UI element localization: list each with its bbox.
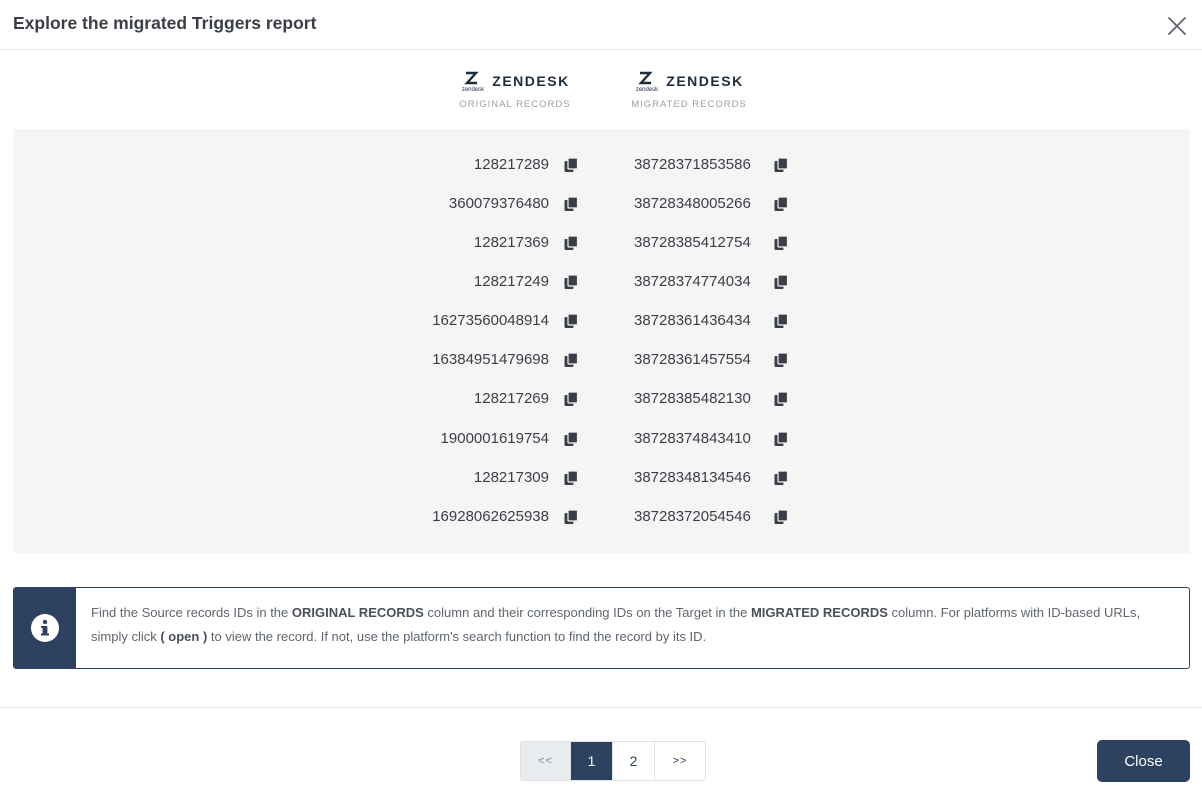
- info-bold-open: ( open ): [160, 629, 208, 644]
- migrated-brand-logo: zendesk ZENDESK: [619, 70, 759, 92]
- original-record-id: 128217309: [473, 469, 549, 486]
- record-row: 128217309 38728348134546: [13, 466, 1190, 490]
- pagination-page-1[interactable]: 1: [571, 742, 613, 780]
- record-row: 16273560048914 38728361436434: [13, 309, 1190, 333]
- record-row: 16928062625938 38728372054546: [13, 505, 1190, 529]
- info-text-part: to view the record. If not, use the plat…: [207, 629, 707, 644]
- migrated-record-id: 38728348005266: [634, 195, 751, 212]
- pagination-prev-button[interactable]: <<: [521, 742, 571, 780]
- record-row: 128217269 38728385482130: [13, 387, 1190, 411]
- copy-icon[interactable]: [773, 352, 789, 368]
- close-button[interactable]: Close: [1097, 740, 1190, 782]
- copy-icon[interactable]: [563, 235, 579, 251]
- record-row: 128217369 38728385412754: [13, 231, 1190, 255]
- record-row: 128217289 38728371853586: [13, 153, 1190, 177]
- migrated-record-id: 38728385412754: [634, 234, 751, 251]
- original-logo-sub: zendesk: [462, 87, 485, 92]
- modal-header: Explore the migrated Triggers report: [0, 0, 1202, 50]
- info-message: Find the Source records IDs in the ORIGI…: [91, 601, 1159, 649]
- original-record-id: 16384951479698: [432, 351, 549, 368]
- footer-divider: [0, 707, 1202, 708]
- migrated-record-id: 38728374843410: [634, 430, 751, 447]
- migrated-record-id: 38728372054546: [634, 508, 751, 525]
- original-record-id: 1900001619754: [440, 430, 549, 447]
- migrated-brand-name: ZENDESK: [666, 73, 744, 89]
- migrated-records-caption: MIGRATED RECORDS: [631, 99, 747, 110]
- original-record-id: 128217289: [473, 156, 549, 173]
- copy-icon[interactable]: [773, 391, 789, 407]
- records-list: 128217289 38728371853586 360079376480 38…: [13, 129, 1190, 553]
- copy-icon[interactable]: [563, 431, 579, 447]
- original-brand-logo: zendesk ZENDESK: [445, 70, 585, 92]
- original-brand-name: ZENDESK: [492, 73, 570, 89]
- record-row: 360079376480 38728348005266: [13, 192, 1190, 216]
- original-record-id: 16928062625938: [432, 508, 549, 525]
- pagination-next-button[interactable]: >>: [655, 742, 705, 780]
- copy-icon[interactable]: [563, 274, 579, 290]
- original-record-id: 128217369: [473, 234, 549, 251]
- record-row: 128217249 38728374774034: [13, 270, 1190, 294]
- original-record-id: 16273560048914: [432, 312, 549, 329]
- copy-icon[interactable]: [563, 157, 579, 173]
- copy-icon[interactable]: [773, 274, 789, 290]
- original-record-id: 360079376480: [448, 195, 549, 212]
- zendesk-logo-icon: zendesk: [462, 71, 485, 92]
- pagination-page-2[interactable]: 2: [613, 742, 655, 780]
- migrated-record-id: 38728385482130: [634, 390, 751, 407]
- migrated-record-id: 38728374774034: [634, 273, 751, 290]
- migrated-record-id: 38728361436434: [634, 312, 751, 329]
- zendesk-logo-icon: zendesk: [636, 71, 659, 92]
- copy-icon[interactable]: [563, 313, 579, 329]
- migrated-record-id: 38728361457554: [634, 351, 751, 368]
- close-icon[interactable]: [1166, 15, 1188, 37]
- migrated-record-id: 38728348134546: [634, 469, 751, 486]
- info-text-part: column and their corresponding IDs on th…: [423, 605, 751, 620]
- copy-icon[interactable]: [773, 509, 789, 525]
- info-text-part: Find the Source records IDs in the: [91, 605, 292, 620]
- info-icon: [31, 614, 59, 642]
- copy-icon[interactable]: [773, 235, 789, 251]
- original-record-id: 128217269: [473, 390, 549, 407]
- column-headers: zendesk ZENDESK ORIGINAL RECORDS zendesk…: [0, 70, 1202, 120]
- copy-icon[interactable]: [563, 391, 579, 407]
- copy-icon[interactable]: [773, 157, 789, 173]
- copy-icon[interactable]: [563, 352, 579, 368]
- copy-icon[interactable]: [563, 509, 579, 525]
- migrated-record-id: 38728371853586: [634, 156, 751, 173]
- info-bold-original: ORIGINAL RECORDS: [291, 605, 424, 620]
- copy-icon[interactable]: [563, 470, 579, 486]
- copy-icon[interactable]: [773, 431, 789, 447]
- record-row: 16384951479698 38728361457554: [13, 348, 1190, 372]
- migrated-logo-sub: zendesk: [636, 87, 659, 92]
- copy-icon[interactable]: [563, 196, 579, 212]
- info-bold-migrated: MIGRATED RECORDS: [750, 605, 888, 620]
- info-box: Find the Source records IDs in the ORIGI…: [13, 587, 1190, 669]
- copy-icon[interactable]: [773, 470, 789, 486]
- migrated-column-header: zendesk ZENDESK MIGRATED RECORDS: [619, 70, 759, 110]
- pagination: << 1 2 >>: [520, 741, 706, 781]
- original-record-id: 128217249: [473, 273, 549, 290]
- modal-title: Explore the migrated Triggers report: [13, 13, 317, 33]
- copy-icon[interactable]: [773, 196, 789, 212]
- copy-icon[interactable]: [773, 313, 789, 329]
- record-row: 1900001619754 38728374843410: [13, 427, 1190, 451]
- info-sidebar: [14, 588, 76, 668]
- original-column-header: zendesk ZENDESK ORIGINAL RECORDS: [445, 70, 585, 110]
- original-records-caption: ORIGINAL RECORDS: [459, 99, 571, 110]
